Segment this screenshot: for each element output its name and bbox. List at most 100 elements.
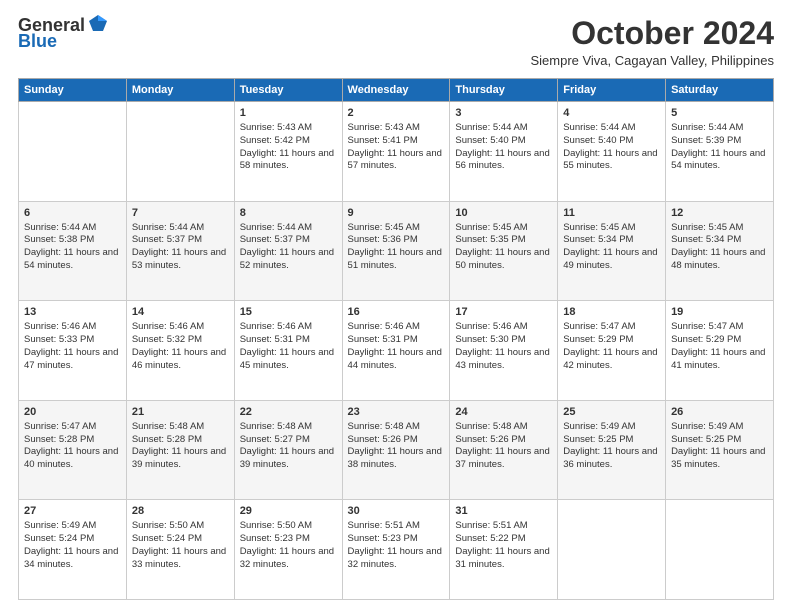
cell-info-line: Daylight: 11 hours and 49 minutes. [563, 247, 660, 273]
cell-info-line: Daylight: 11 hours and 39 minutes. [240, 446, 337, 472]
header: General Blue October 2024 Siempre Viva, … [18, 16, 774, 68]
cell-info-line: Sunrise: 5:44 AM [671, 122, 768, 135]
cell-info-line: Daylight: 11 hours and 54 minutes. [671, 148, 768, 174]
cell-info-line: Sunset: 5:34 PM [563, 234, 660, 247]
day-header-thursday: Thursday [450, 79, 558, 102]
cell-info-line: Sunset: 5:37 PM [240, 234, 337, 247]
day-number: 18 [563, 305, 660, 320]
cell-info-line: Sunset: 5:40 PM [455, 135, 552, 148]
cell-info-line: Sunrise: 5:47 AM [671, 321, 768, 334]
day-header-sunday: Sunday [19, 79, 127, 102]
cell-info-line: Daylight: 11 hours and 40 minutes. [24, 446, 121, 472]
cell-info-line: Daylight: 11 hours and 55 minutes. [563, 148, 660, 174]
cell-info-line: Sunrise: 5:49 AM [671, 421, 768, 434]
cell-info-line: Sunset: 5:24 PM [132, 533, 229, 546]
day-number: 9 [348, 206, 445, 221]
day-number: 2 [348, 106, 445, 121]
cell-info-line: Sunset: 5:27 PM [240, 434, 337, 447]
day-number: 6 [24, 206, 121, 221]
calendar-cell [126, 102, 234, 202]
cell-info-line: Daylight: 11 hours and 54 minutes. [24, 247, 121, 273]
day-header-friday: Friday [558, 79, 666, 102]
calendar-cell: 3Sunrise: 5:44 AMSunset: 5:40 PMDaylight… [450, 102, 558, 202]
cell-info-line: Sunrise: 5:44 AM [132, 222, 229, 235]
cell-info-line: Daylight: 11 hours and 32 minutes. [348, 546, 445, 572]
cell-info-line: Sunrise: 5:50 AM [240, 520, 337, 533]
day-number: 20 [24, 405, 121, 420]
cell-info-line: Sunrise: 5:43 AM [348, 122, 445, 135]
day-number: 24 [455, 405, 552, 420]
calendar-cell: 19Sunrise: 5:47 AMSunset: 5:29 PMDayligh… [666, 301, 774, 401]
calendar-cell: 29Sunrise: 5:50 AMSunset: 5:23 PMDayligh… [234, 500, 342, 600]
week-row-2: 6Sunrise: 5:44 AMSunset: 5:38 PMDaylight… [19, 201, 774, 301]
cell-info-line: Sunset: 5:23 PM [240, 533, 337, 546]
cell-info-line: Sunset: 5:37 PM [132, 234, 229, 247]
cell-info-line: Daylight: 11 hours and 41 minutes. [671, 347, 768, 373]
cell-info-line: Sunrise: 5:44 AM [563, 122, 660, 135]
calendar-cell: 11Sunrise: 5:45 AMSunset: 5:34 PMDayligh… [558, 201, 666, 301]
cell-info-line: Sunset: 5:39 PM [671, 135, 768, 148]
cell-info-line: Sunrise: 5:48 AM [455, 421, 552, 434]
cell-info-line: Sunset: 5:23 PM [348, 533, 445, 546]
cell-info-line: Sunrise: 5:46 AM [240, 321, 337, 334]
cell-info-line: Sunset: 5:25 PM [671, 434, 768, 447]
cell-info-line: Sunrise: 5:51 AM [455, 520, 552, 533]
cell-info-line: Sunset: 5:38 PM [24, 234, 121, 247]
cell-info-line: Sunset: 5:41 PM [348, 135, 445, 148]
calendar-title: October 2024 [530, 16, 774, 51]
cell-info-line: Sunrise: 5:45 AM [348, 222, 445, 235]
cell-info-line: Sunset: 5:32 PM [132, 334, 229, 347]
cell-info-line: Daylight: 11 hours and 34 minutes. [24, 546, 121, 572]
cell-info-line: Sunrise: 5:48 AM [132, 421, 229, 434]
day-number: 27 [24, 504, 121, 519]
cell-info-line: Daylight: 11 hours and 47 minutes. [24, 347, 121, 373]
day-number: 8 [240, 206, 337, 221]
cell-info-line: Sunset: 5:25 PM [563, 434, 660, 447]
calendar-cell: 5Sunrise: 5:44 AMSunset: 5:39 PMDaylight… [666, 102, 774, 202]
week-row-4: 20Sunrise: 5:47 AMSunset: 5:28 PMDayligh… [19, 400, 774, 500]
cell-info-line: Daylight: 11 hours and 46 minutes. [132, 347, 229, 373]
cell-info-line: Daylight: 11 hours and 53 minutes. [132, 247, 229, 273]
week-row-1: 1Sunrise: 5:43 AMSunset: 5:42 PMDaylight… [19, 102, 774, 202]
calendar-cell: 28Sunrise: 5:50 AMSunset: 5:24 PMDayligh… [126, 500, 234, 600]
day-headers-row: SundayMondayTuesdayWednesdayThursdayFrid… [19, 79, 774, 102]
cell-info-line: Daylight: 11 hours and 50 minutes. [455, 247, 552, 273]
logo: General Blue [18, 16, 109, 52]
cell-info-line: Sunrise: 5:46 AM [24, 321, 121, 334]
title-block: October 2024 Siempre Viva, Cagayan Valle… [530, 16, 774, 68]
day-number: 28 [132, 504, 229, 519]
cell-info-line: Sunset: 5:33 PM [24, 334, 121, 347]
week-row-5: 27Sunrise: 5:49 AM Sunset: 5:24 PM Dayligh… [19, 500, 774, 600]
cell-info-line: Sunrise: 5:46 AM [348, 321, 445, 334]
day-number: 22 [240, 405, 337, 420]
calendar-cell: 24Sunrise: 5:48 AMSunset: 5:26 PMDayligh… [450, 400, 558, 500]
day-number: 25 [563, 405, 660, 420]
cell-info-line: Sunrise: 5:46 AM [455, 321, 552, 334]
day-header-wednesday: Wednesday [342, 79, 450, 102]
cell-info-line: Daylight: 11 hours and 31 minutes. [455, 546, 552, 572]
calendar-cell: 26Sunrise: 5:49 AMSunset: 5:25 PMDayligh… [666, 400, 774, 500]
cell-info-line: Sunrise: 5:45 AM [563, 222, 660, 235]
day-number: 13 [24, 305, 121, 320]
day-number: 4 [563, 106, 660, 121]
cell-info-line: Sunrise: 5:45 AM [671, 222, 768, 235]
calendar-cell [666, 500, 774, 600]
calendar-cell [558, 500, 666, 600]
cell-info-line: Sunrise: 5:45 AM [455, 222, 552, 235]
cell-info-line: Sunrise: 5:43 AM [240, 122, 337, 135]
cell-info-line: Sunrise: 5:49 AM [24, 520, 121, 533]
calendar-cell: 14Sunrise: 5:46 AMSunset: 5:32 PMDayligh… [126, 301, 234, 401]
cell-info-line: Sunrise: 5:48 AM [348, 421, 445, 434]
calendar-cell: 12Sunrise: 5:45 AMSunset: 5:34 PMDayligh… [666, 201, 774, 301]
day-number: 15 [240, 305, 337, 320]
cell-info-line: Sunset: 5:28 PM [24, 434, 121, 447]
cell-info-line: Daylight: 11 hours and 58 minutes. [240, 148, 337, 174]
calendar-cell: 25Sunrise: 5:49 AMSunset: 5:25 PMDayligh… [558, 400, 666, 500]
cell-info-line: Sunset: 5:30 PM [455, 334, 552, 347]
day-number: 30 [348, 504, 445, 519]
calendar-cell: 18Sunrise: 5:47 AMSunset: 5:29 PMDayligh… [558, 301, 666, 401]
calendar-cell: 17Sunrise: 5:46 AMSunset: 5:30 PMDayligh… [450, 301, 558, 401]
cell-info-line: Sunset: 5:26 PM [348, 434, 445, 447]
day-number: 31 [455, 504, 552, 519]
cell-info-line: Sunset: 5:31 PM [240, 334, 337, 347]
